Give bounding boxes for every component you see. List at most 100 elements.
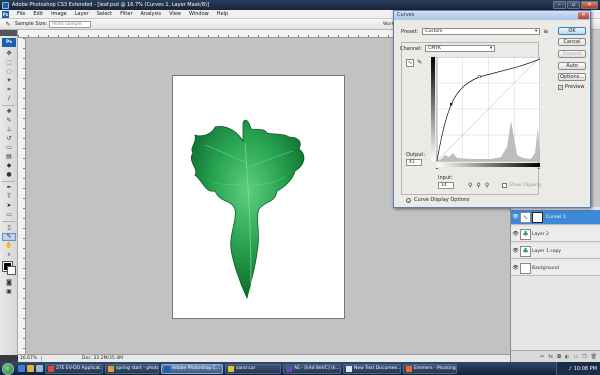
adjustment-layer-icon[interactable]: ◐ (565, 354, 569, 360)
new-layer-icon[interactable]: ❐ (582, 354, 586, 360)
crop-tool-icon[interactable]: ⌗ (2, 86, 16, 94)
marquee-tool-icon[interactable]: ⬚ (2, 59, 16, 67)
dialog-close-button[interactable]: ✕ (578, 12, 589, 19)
clock[interactable]: 10:08 PM (574, 366, 597, 372)
white-point-slider[interactable] (537, 167, 541, 169)
visibility-eye-icon[interactable]: 👁 (511, 231, 520, 237)
menu-select[interactable]: Select (93, 11, 116, 17)
quicklaunch-ie-icon[interactable] (18, 365, 25, 372)
menu-analysis[interactable]: Analysis (137, 11, 166, 17)
minimize-button[interactable]: – (553, 1, 566, 9)
task-button[interactable]: AE - [kAd 8eVC] (k... (283, 363, 341, 374)
delete-layer-icon[interactable]: 🗑 (591, 354, 597, 360)
eyedropper-tool-icon[interactable]: ✎ (4, 20, 12, 28)
black-eyedropper-icon[interactable]: ⚲ (468, 182, 472, 189)
task-button[interactable]: Emmers - Mocking... (403, 363, 457, 374)
layer-row-layer-1-copy[interactable]: 👁 ♣ Layer 1 copy (511, 244, 600, 259)
menu-file[interactable]: File (13, 11, 29, 17)
task-button[interactable]: New Text Documen... (343, 363, 401, 374)
new-group-icon[interactable]: ▭ (573, 354, 578, 360)
path-selection-tool-icon[interactable]: ➤ (2, 202, 16, 210)
quicklaunch-folder-icon[interactable] (27, 365, 34, 372)
gray-eyedropper-icon[interactable]: ⚲ (476, 182, 480, 189)
quicklaunch-desktop-icon[interactable] (36, 365, 43, 372)
history-brush-tool-icon[interactable]: ↺ (2, 135, 16, 143)
type-tool-icon[interactable]: T (2, 193, 16, 201)
channel-dropdown[interactable]: CMYK (425, 45, 496, 52)
slice-tool-icon[interactable]: ∕ (2, 95, 16, 103)
input-field[interactable]: 14 (438, 182, 454, 189)
magic-wand-tool-icon[interactable]: ✦ (2, 77, 16, 85)
expand-icon[interactable]: ⌄ (406, 197, 411, 203)
move-tool-icon[interactable]: ✥ (2, 50, 16, 58)
curve-display-options-toggle[interactable]: ⌄ Curve Display Options (406, 197, 470, 203)
menu-filter[interactable]: Filter (116, 11, 136, 17)
zoom-tool-icon[interactable]: ⌕ (2, 251, 16, 259)
clone-stamp-tool-icon[interactable]: ⊥ (2, 126, 16, 134)
toolbox-grip[interactable] (0, 30, 17, 36)
link-layers-icon[interactable]: ⚯ (540, 354, 544, 360)
zoom-level[interactable]: 16.67% (18, 356, 42, 361)
brush-tool-icon[interactable]: ✎ (2, 117, 16, 125)
volume-icon[interactable]: ♪ (568, 366, 571, 372)
layer-row-curves-1[interactable]: 👁 ∿ Curves 1 (511, 210, 600, 225)
curve-point[interactable] (450, 103, 453, 106)
ok-button[interactable]: OK (558, 27, 586, 35)
layer-name: Background (532, 265, 559, 271)
task-button[interactable]: spring start - photo... (105, 363, 159, 374)
layer-row-background[interactable]: 👁 Background (511, 261, 600, 276)
maximize-button[interactable]: ▫ (567, 1, 580, 9)
pencil-icon[interactable]: ✎ (417, 59, 422, 67)
eraser-tool-icon[interactable]: ▭ (2, 144, 16, 152)
curves-dialog-titlebar[interactable]: Curves ✕ (394, 11, 590, 20)
show-clipping-option[interactable]: Show Clipping (502, 183, 541, 188)
task-button[interactable]: 2TE EV-DO Applicat... (45, 363, 103, 374)
menu-image[interactable]: Image (47, 11, 71, 17)
curve-point[interactable] (477, 75, 481, 79)
menu-help[interactable]: Help (213, 11, 232, 17)
options-button[interactable]: Options... (558, 73, 586, 81)
layer-style-icon[interactable]: fx (548, 354, 553, 360)
point-curve-icon[interactable]: ∿ (406, 59, 415, 67)
eyedropper-tool-icon[interactable]: ✎ (2, 233, 16, 241)
black-point-slider[interactable] (435, 168, 439, 169)
layer-row-layer-2[interactable]: 👁 ♣ Layer 2 (511, 227, 600, 242)
smooth-button[interactable]: Smooth (558, 50, 586, 58)
output-field[interactable]: 41 (406, 159, 422, 166)
cancel-button[interactable]: Cancel (558, 38, 586, 46)
screen-mode-icon[interactable]: ▣ (2, 288, 16, 296)
curves-graph[interactable] (431, 57, 540, 169)
healing-brush-tool-icon[interactable]: ✚ (2, 108, 16, 116)
layer-mask-thumbnail[interactable] (532, 211, 543, 223)
white-eyedropper-icon[interactable]: ⚲ (485, 182, 489, 189)
task-button[interactable]: sand car (225, 363, 281, 374)
add-mask-icon[interactable]: ◘ (557, 354, 561, 360)
menu-layer[interactable]: Layer (71, 11, 93, 17)
lasso-tool-icon[interactable]: ◌ (2, 68, 16, 76)
background-color-swatch[interactable] (7, 266, 16, 275)
visibility-eye-icon[interactable]: 👁 (511, 248, 520, 254)
preview-option[interactable]: ✓ Preview (558, 84, 586, 90)
notes-tool-icon[interactable]: ▯ (2, 224, 16, 232)
start-button[interactable] (2, 362, 14, 375)
menu-window[interactable]: Window (185, 11, 213, 17)
hand-tool-icon[interactable]: ✋ (2, 242, 16, 250)
gradient-tool-icon[interactable]: ▤ (2, 153, 16, 161)
preset-dropdown[interactable]: Custom (422, 28, 541, 35)
quick-mask-icon[interactable]: ◙ (2, 279, 16, 287)
menu-edit[interactable]: Edit (29, 11, 47, 17)
preset-options-icon[interactable]: ≡ (543, 28, 548, 35)
dodge-tool-icon[interactable]: ● (2, 171, 16, 179)
shape-tool-icon[interactable]: ▭ (2, 211, 16, 219)
visibility-eye-icon[interactable]: 👁 (511, 214, 520, 220)
visibility-eye-icon[interactable]: 👁 (511, 265, 520, 271)
auto-button[interactable]: Auto (558, 62, 586, 70)
blur-tool-icon[interactable]: ◆ (2, 162, 16, 170)
pen-tool-icon[interactable]: ✒ (2, 184, 16, 192)
close-button[interactable]: ✕ (581, 1, 598, 9)
task-button[interactable]: Adobe Photoshop C... (161, 363, 223, 374)
preview-checkbox[interactable]: ✓ (558, 84, 563, 90)
show-clipping-checkbox[interactable] (502, 183, 507, 188)
menu-view[interactable]: View (165, 11, 185, 17)
sample-size-select[interactable]: Point Sample (49, 20, 92, 28)
